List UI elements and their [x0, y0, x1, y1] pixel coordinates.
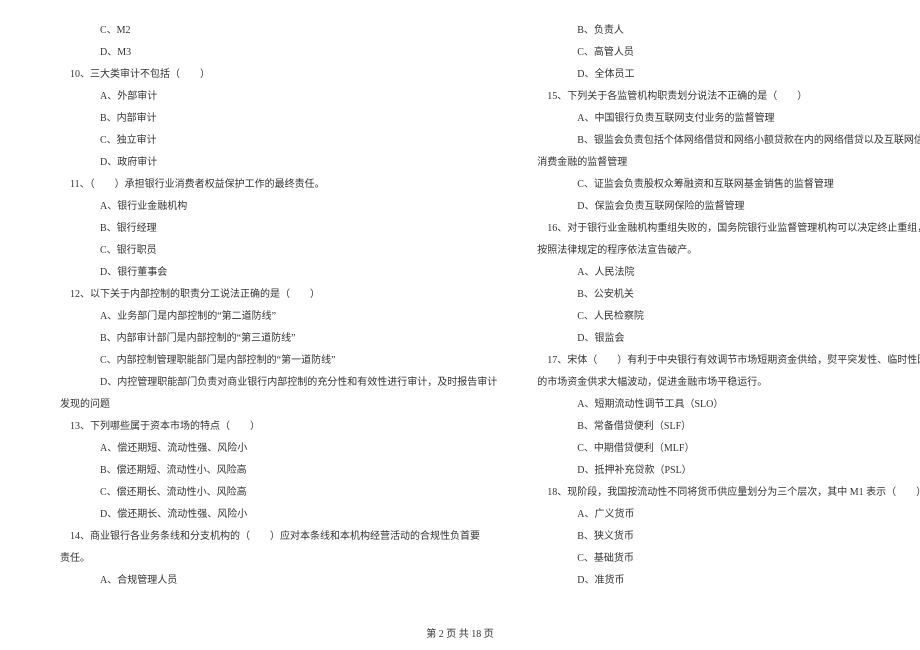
option-a: A、广义货币 [537, 504, 920, 526]
option-d: D、银监会 [537, 328, 920, 350]
option-c: C、高管人员 [537, 42, 920, 64]
option-d: D、全体员工 [537, 64, 920, 86]
option-d: D、准货币 [537, 570, 920, 592]
question-17: 17、宋体（ ）有利于中央银行有效调节市场短期资金供给，熨平突发性、临时性因素导… [537, 350, 920, 372]
option-a: A、外部审计 [60, 86, 497, 108]
option-c: C、独立审计 [60, 130, 497, 152]
option-a: A、中国银行负责互联网支付业务的监督管理 [537, 108, 920, 130]
option-a: A、业务部门是内部控制的“第二道防线” [60, 306, 497, 328]
option-d: D、政府审计 [60, 152, 497, 174]
question-14: 14、商业银行各业务条线和分支机构的（ ）应对本条线和本机构经营活动的合规性负首… [60, 526, 497, 548]
question-10: 10、三大类审计不包括（ ） [60, 64, 497, 86]
option-b: B、内部审计部门是内部控制的“第三道防线” [60, 328, 497, 350]
question-11: 11、（ ）承担银行业消费者权益保护工作的最终责任。 [60, 174, 497, 196]
option-c: C、人民检察院 [537, 306, 920, 328]
option-a: A、短期流动性调节工具（SLO） [537, 394, 920, 416]
left-column: C、M2 D、M3 10、三大类审计不包括（ ） A、外部审计 B、内部审计 C… [40, 20, 517, 605]
option-b: B、狭义货币 [537, 526, 920, 548]
option-d: D、M3 [60, 42, 497, 64]
question-17-cont: 的市场资金供求大幅波动，促进金融市场平稳运行。 [537, 372, 920, 394]
option-d: D、抵押补充贷款（PSL） [537, 460, 920, 482]
option-c: C、M2 [60, 20, 497, 42]
option-d: D、银行董事会 [60, 262, 497, 284]
page-footer: 第 2 页 共 18 页 [0, 625, 920, 640]
option-b: B、公安机关 [537, 284, 920, 306]
option-c: C、中期借贷便利（MLF） [537, 438, 920, 460]
option-c: C、内部控制管理职能部门是内部控制的“第一道防线” [60, 350, 497, 372]
option-d: D、偿还期长、流动性强、风险小 [60, 504, 497, 526]
option-b: B、常备借贷便利（SLF） [537, 416, 920, 438]
option-d-cont: 发现的问题 [60, 394, 497, 416]
option-c: C、偿还期长、流动性小、风险高 [60, 482, 497, 504]
option-c: C、证监会负责股权众筹融资和互联网基金销售的监督管理 [537, 174, 920, 196]
question-12: 12、以下关于内部控制的职责分工说法正确的是（ ） [60, 284, 497, 306]
option-c: C、银行职员 [60, 240, 497, 262]
right-column: B、负责人 C、高管人员 D、全体员工 15、下列关于各监管机构职责划分说法不正… [517, 20, 920, 605]
page-container: C、M2 D、M3 10、三大类审计不包括（ ） A、外部审计 B、内部审计 C… [0, 20, 920, 605]
option-b: B、银行经理 [60, 218, 497, 240]
option-c: C、基础货币 [537, 548, 920, 570]
option-a: A、合规管理人员 [60, 570, 497, 592]
option-d: D、保监会负责互联网保险的监督管理 [537, 196, 920, 218]
option-a: A、偿还期短、流动性强、风险小 [60, 438, 497, 460]
option-b-cont: 消费金融的监督管理 [537, 152, 920, 174]
option-a: A、银行业金融机构 [60, 196, 497, 218]
question-16: 16、对于银行业金融机构重组失败的，国务院银行业监督管理机构可以决定终止重组，由… [537, 218, 920, 240]
option-b: B、内部审计 [60, 108, 497, 130]
question-14-cont: 责任。 [60, 548, 497, 570]
question-18: 18、现阶段，我国按流动性不同将货币供应量划分为三个层次，其中 M1 表示（ ） [537, 482, 920, 504]
question-13: 13、下列哪些属于资本市场的特点（ ） [60, 416, 497, 438]
option-b: B、负责人 [537, 20, 920, 42]
question-15: 15、下列关于各监管机构职责划分说法不正确的是（ ） [537, 86, 920, 108]
option-d: D、内控管理职能部门负责对商业银行内部控制的充分性和有效性进行审计，及时报告审计 [60, 372, 497, 394]
option-b: B、偿还期短、流动性小、风险高 [60, 460, 497, 482]
question-16-cont: 按照法律规定的程序依法宣告破产。 [537, 240, 920, 262]
option-b: B、银监会负责包括个体网络借贷和网络小额贷款在内的网络借贷以及互联网信托和互联网 [537, 130, 920, 152]
option-a: A、人民法院 [537, 262, 920, 284]
